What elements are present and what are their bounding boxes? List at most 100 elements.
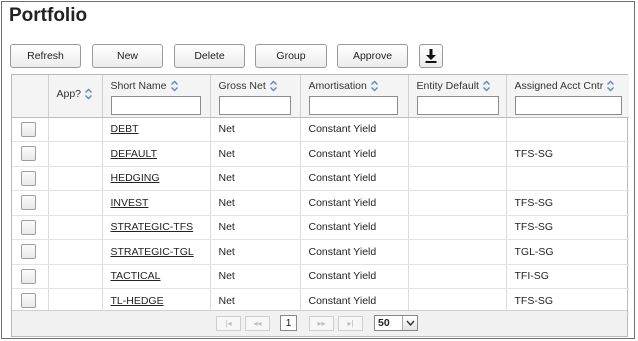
gross-net-cell: Net — [210, 215, 301, 240]
short-name-link[interactable]: STRATEGIC-TGL — [111, 246, 194, 258]
download-button[interactable] — [419, 44, 443, 68]
gross-net-cell: Net — [210, 166, 301, 191]
table-row[interactable]: HEDGING Net Constant Yield — [12, 166, 629, 191]
app-cell — [48, 166, 103, 191]
pagination-bar: |◂ ◂◂ 1 ▸▸ ▸| 50 — [12, 310, 627, 336]
amortisation-cell: Constant Yield — [300, 166, 409, 191]
amortisation-cell: Constant Yield — [300, 215, 409, 240]
gross-net-cell: Net — [210, 264, 301, 289]
table-body: DEBT Net Constant Yield DEFAULT Net Constant … — [12, 117, 629, 314]
row-checkbox[interactable] — [21, 219, 36, 235]
app-cell — [48, 141, 103, 167]
sort-icon[interactable] — [269, 80, 278, 92]
download-icon — [425, 49, 437, 63]
refresh-button[interactable]: Refresh — [10, 44, 81, 68]
gross-net-cell: Net — [210, 239, 301, 265]
short-name-link[interactable]: HEDGING — [111, 172, 160, 184]
amortisation-cell: Constant Yield — [300, 264, 409, 289]
table-row[interactable]: DEBT Net Constant Yield — [12, 117, 629, 142]
page-size-select[interactable]: 50 — [374, 315, 418, 331]
gross-net-cell: Net — [210, 190, 301, 216]
amortisation-cell: Constant Yield — [300, 141, 409, 167]
table-row[interactable]: DEFAULT Net Constant Yield TFS-SG — [12, 141, 629, 167]
sort-icon[interactable] — [606, 80, 615, 92]
entity-default-filter-input[interactable] — [416, 96, 499, 115]
column-label: App? — [56, 88, 82, 100]
row-checkbox[interactable] — [21, 293, 36, 309]
sort-icon[interactable] — [482, 80, 491, 92]
row-select-cell — [12, 239, 49, 265]
row-checkbox[interactable] — [21, 146, 36, 162]
row-select-cell — [12, 215, 49, 240]
entity-default-cell — [408, 166, 507, 191]
approve-button[interactable]: Approve — [337, 44, 408, 68]
current-page-indicator[interactable]: 1 — [280, 315, 297, 331]
sort-icon[interactable] — [170, 80, 179, 92]
short-name-link[interactable]: TACTICAL — [111, 270, 161, 282]
portfolio-grid: App? Short Name Gross Net Amortisation E… — [11, 74, 629, 337]
acct-cntr-cell — [506, 117, 629, 142]
entity-default-cell — [408, 190, 507, 216]
column-header-app[interactable]: App? — [48, 75, 103, 118]
column-header-short-name[interactable]: Short Name — [102, 75, 211, 118]
sort-icon[interactable] — [370, 80, 379, 92]
group-button[interactable]: Group — [255, 44, 327, 68]
previous-page-button[interactable]: ◂◂ — [245, 316, 270, 331]
column-label: Amortisation — [308, 80, 367, 92]
last-page-button[interactable]: ▸| — [338, 316, 363, 331]
column-header-amortisation[interactable]: Amortisation — [300, 75, 409, 118]
short-name-link[interactable]: DEBT — [111, 123, 139, 135]
row-checkbox[interactable] — [21, 195, 36, 211]
column-label: Assigned Acct Cntr — [514, 80, 604, 92]
amortisation-cell: Constant Yield — [300, 239, 409, 265]
short-name-filter-input[interactable] — [110, 96, 201, 115]
last-page-icon: ▸| — [347, 319, 354, 328]
next-page-button[interactable]: ▸▸ — [309, 316, 334, 331]
acct-cntr-cell: TFS-SG — [506, 141, 629, 167]
short-name-link[interactable]: INVEST — [111, 197, 149, 209]
chevron-down-icon[interactable] — [402, 316, 417, 330]
short-name-cell: HEDGING — [102, 166, 211, 191]
gross-net-cell: Net — [210, 141, 301, 167]
amortisation-filter-input[interactable] — [308, 96, 398, 115]
sort-icon[interactable] — [84, 88, 93, 100]
short-name-link[interactable]: TL-HEDGE — [111, 295, 164, 307]
short-name-cell: TACTICAL — [102, 264, 211, 289]
app-cell — [48, 117, 103, 142]
row-checkbox[interactable] — [21, 244, 36, 260]
column-label: Entity Default — [416, 80, 479, 92]
acct-cntr-cell: TFS-SG — [506, 215, 629, 240]
table-row[interactable]: TACTICAL Net Constant Yield TFI-SG — [12, 264, 629, 289]
short-name-link[interactable]: STRATEGIC-TFS — [111, 221, 194, 233]
column-header-assigned-acct-cntr[interactable]: Assigned Acct Cntr — [506, 75, 629, 118]
column-header-entity-default[interactable]: Entity Default — [408, 75, 507, 118]
row-select-cell — [12, 166, 49, 191]
page-title: Portfolio — [9, 5, 88, 26]
short-name-link[interactable]: DEFAULT — [111, 148, 157, 160]
page-size-value: 50 — [378, 317, 390, 329]
table-row[interactable]: INVEST Net Constant Yield TFS-SG — [12, 190, 629, 216]
next-page-icon: ▸▸ — [317, 319, 326, 328]
entity-default-cell — [408, 215, 507, 240]
previous-page-icon: ◂◂ — [253, 319, 262, 328]
short-name-cell: DEFAULT — [102, 141, 211, 167]
app-cell — [48, 215, 103, 240]
column-header-gross-net[interactable]: Gross Net — [210, 75, 301, 118]
first-page-button[interactable]: |◂ — [216, 316, 241, 331]
column-label: Short Name — [110, 80, 167, 92]
new-button[interactable]: New — [92, 44, 163, 68]
row-checkbox[interactable] — [21, 121, 36, 137]
delete-button[interactable]: Delete — [174, 44, 245, 68]
assigned-acct-cntr-filter-input[interactable] — [514, 96, 622, 115]
app-cell — [48, 239, 103, 265]
first-page-icon: |◂ — [225, 319, 232, 328]
app-cell — [48, 264, 103, 289]
table-row[interactable]: STRATEGIC-TFS Net Constant Yield TFS-SG — [12, 215, 629, 240]
app-cell — [48, 190, 103, 216]
row-checkbox[interactable] — [21, 268, 36, 284]
gross-net-filter-input[interactable] — [218, 96, 291, 115]
table-row[interactable]: STRATEGIC-TGL Net Constant Yield TGL-SG — [12, 239, 629, 265]
row-select-cell — [12, 264, 49, 289]
row-checkbox[interactable] — [21, 170, 36, 186]
row-select-cell — [12, 117, 49, 142]
